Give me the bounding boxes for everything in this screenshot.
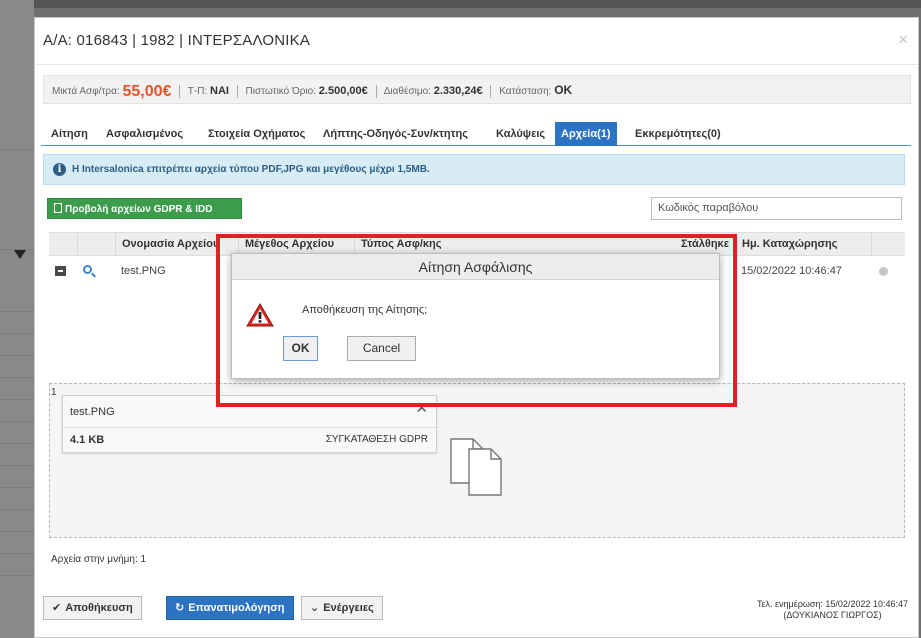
refresh-icon: ↻ — [175, 602, 185, 614]
separator — [236, 84, 238, 98]
last-update-info: Τελ. ενημέρωση: 15/02/2022 10:46:47 (ΔΟΥ… — [757, 599, 908, 621]
highlight-frame — [216, 234, 737, 407]
close-icon[interactable]: × — [898, 30, 908, 50]
search-icon[interactable] — [83, 265, 92, 274]
available-label: Διαθέσιμο: — [383, 86, 431, 97]
gross-label: Μικτά Ασφ/τρα: — [52, 86, 120, 97]
alert-text: Η Intersalonica επιτρέπει αρχεία τύπου P… — [72, 164, 430, 175]
drop-zone-index: 1 — [51, 387, 57, 398]
remove-icon[interactable] — [879, 267, 888, 276]
file-name-cell: test.PNG — [121, 265, 166, 277]
separator — [179, 84, 181, 98]
available-value: 2.330,24€ — [433, 85, 483, 97]
files-in-memory: Αρχεία στην μνήμη: 1 — [51, 554, 147, 565]
credit-value: 2.500,00€ — [318, 85, 368, 97]
last-update-text: Τελ. ενημέρωση: 15/02/2022 10:46:47 — [756, 599, 908, 609]
grid-col-blank — [871, 233, 905, 255]
actions-button[interactable]: ⌄ Ενέργειες — [301, 596, 383, 620]
uploaded-file-size: 4.1 KB — [70, 434, 105, 446]
divider — [63, 427, 436, 428]
uploaded-file-category: ΣΥΓΚΑΤΑΘΕΣΗ GDPR — [325, 434, 428, 445]
registration-date-cell: 15/02/2022 10:46:47 — [741, 265, 842, 277]
view-gdpr-files-label: Προβολή αρχείων GDPR & IDD — [65, 204, 213, 215]
status-value: OK — [554, 83, 573, 97]
tab-bar: Αίτηση Ασφαλισμένος Στοιχεία Οχήματος Λή… — [41, 122, 911, 146]
info-icon: i — [53, 163, 66, 176]
file-type-alert: i Η Intersalonica επιτρέπει αρχεία τύπου… — [43, 154, 905, 185]
tab-coverages[interactable]: Καλύψεις — [490, 122, 551, 146]
save-label: Αποθήκευση — [65, 602, 133, 614]
tab-insured[interactable]: Ασφαλισμένος — [100, 122, 189, 146]
gross-value: 55,00€ — [122, 83, 172, 100]
documents-icon — [450, 438, 502, 496]
grid-col-blank — [49, 233, 77, 255]
tab-application[interactable]: Αίτηση — [45, 122, 94, 146]
window-title: Α/Α: 016843 | 1982 | ΙΝΤΕΡΣΑΛΟΝΙΚΑ — [43, 32, 311, 49]
filter-funnel-icon — [14, 250, 26, 259]
credit-label: Πιστωτικό Όριο: — [245, 86, 317, 97]
recalculate-button[interactable]: ↻ Επανατιμολόγηση — [166, 596, 294, 620]
col-registration-date[interactable]: Ημ. Καταχώρησης — [735, 233, 871, 255]
tp-label: Τ-Π: — [187, 86, 208, 97]
tab-receiver-driver[interactable]: Λήπτης-Οδηγός-Συν/κτητης — [317, 122, 474, 146]
tab-pending[interactable]: Εκκρεμότητες(0) — [629, 122, 727, 146]
grid-col-blank — [77, 233, 115, 255]
uploaded-file-name: test.PNG — [70, 406, 115, 418]
tab-files[interactable]: Αρχεία(1) — [555, 122, 617, 146]
archive-icon[interactable] — [55, 266, 66, 276]
policy-info-bar: Μικτά Ασφ/τρα: 55,00€ Τ-Π: ΝΑΙ Πιστωτικό… — [43, 75, 911, 104]
separator — [490, 84, 492, 98]
actions-label: Ενέργειες — [323, 602, 374, 614]
window-header: Α/Α: 016843 | 1982 | ΙΝΤΕΡΣΑΛΟΝΙΚΑ × — [35, 18, 918, 65]
recalculate-label: Επανατιμολόγηση — [188, 602, 285, 614]
separator — [375, 84, 377, 98]
fee-code-input[interactable]: Κωδικός παραβόλου — [651, 197, 902, 220]
view-gdpr-files-button[interactable]: Προβολή αρχείων GDPR & IDD — [47, 198, 242, 219]
chevron-down-icon: ⌄ — [310, 602, 320, 614]
tp-value: ΝΑΙ — [210, 85, 229, 97]
last-update-user: (ΔΟΥΚΙΑΝΟΣ ΓΙΩΡΓΟΣ) — [783, 610, 882, 620]
background-top-bar — [0, 0, 921, 8]
tab-vehicle[interactable]: Στοιχεία Οχήματος — [202, 122, 311, 146]
status-label: Κατάσταση: — [499, 86, 552, 97]
background-app-strip — [0, 0, 34, 638]
save-button[interactable]: ✔ Αποθήκευση — [43, 596, 142, 620]
check-icon: ✔ — [52, 602, 62, 614]
document-icon — [54, 203, 62, 213]
